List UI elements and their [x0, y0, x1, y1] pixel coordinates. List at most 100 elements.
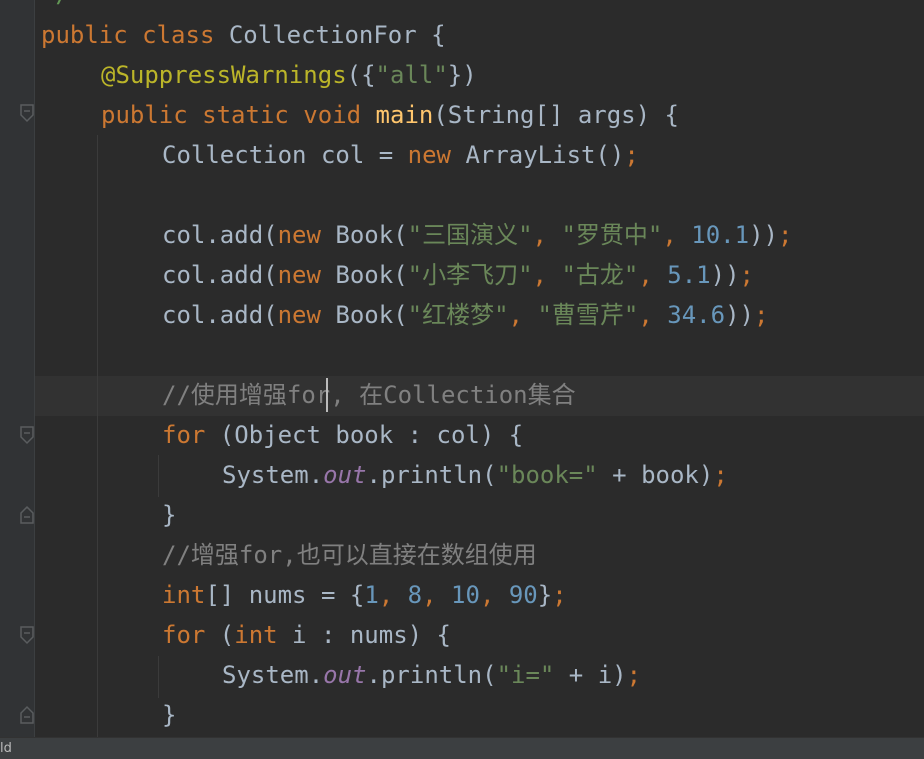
code-line[interactable]: int[] nums = {1, 8, 10, 90}; — [162, 575, 567, 615]
code-token: for — [162, 421, 220, 449]
code-token: , — [638, 301, 668, 329]
code-token: ; — [739, 261, 754, 289]
code-token: int — [234, 621, 293, 649]
code-token: ; — [626, 661, 642, 689]
code-line[interactable]: } — [162, 695, 176, 735]
code-token: public class — [41, 21, 229, 49]
code-token: new — [407, 141, 466, 169]
code-token: } — [162, 701, 177, 729]
code-line[interactable]: Collection col = new ArrayList(); — [162, 135, 639, 175]
code-token: i : nums) { — [292, 621, 451, 649]
code-token: Book( — [335, 301, 408, 329]
code-line[interactable]: col.add(new Book("红楼梦", "曹雪芹", 34.6)); — [162, 295, 768, 335]
code-token: "曹雪芹" — [537, 301, 639, 329]
code-line[interactable]: } — [162, 495, 176, 535]
code-token: new — [277, 221, 336, 249]
code-line[interactable]: col.add(new Book("三国演义", "罗贯中", 10.1)); — [162, 215, 792, 255]
code-token: .println( — [366, 661, 497, 689]
code-token: new — [277, 301, 336, 329]
code-token: @SuppressWarnings — [101, 61, 347, 89]
code-token: ; — [713, 461, 728, 489]
code-token: 1 — [364, 581, 379, 609]
code-token: public static void — [101, 101, 376, 129]
code-line[interactable]: //增强for,也可以直接在数组使用 — [162, 535, 537, 575]
code-token: 10.1 — [691, 221, 750, 249]
fold-open-icon[interactable] — [18, 424, 38, 448]
code-token: Book( — [335, 221, 408, 249]
code-line[interactable]: //使用增强for, 在Collection集合 — [162, 375, 576, 415]
code-line[interactable]: @SuppressWarnings({"all"}) — [101, 55, 477, 95]
indent-guide — [158, 455, 159, 497]
code-token: ; — [624, 141, 639, 169]
code-line[interactable]: col.add(new Book("小李飞刀", "古龙", 5.1)); — [162, 255, 754, 295]
code-token: , — [662, 221, 692, 249]
code-token: "i=" — [496, 661, 555, 689]
code-token: (Object book : col) { — [219, 421, 524, 449]
line-gutter[interactable] — [0, 0, 35, 738]
code-line[interactable]: for (int i : nums) { — [162, 615, 451, 655]
code-token: 10 — [451, 581, 480, 609]
code-token: .println( — [366, 461, 497, 489]
fold-close-icon[interactable] — [18, 504, 38, 528]
indent-guide — [158, 656, 159, 698]
text-caret — [326, 378, 328, 412]
fold-open-icon[interactable] — [18, 102, 38, 126]
code-token: 8 — [407, 581, 423, 609]
code-token: "红楼梦" — [407, 301, 509, 329]
code-token: int — [162, 581, 206, 609]
code-line[interactable]: public class CollectionFor { — [41, 15, 446, 55]
code-token: 34.6 — [667, 301, 726, 329]
code-token: "all" — [375, 61, 448, 89]
code-line[interactable]: System.out.println("i=" + i); — [222, 655, 641, 695]
code-token: "book=" — [496, 461, 598, 489]
code-token: ; — [777, 221, 793, 249]
code-token: , — [532, 221, 562, 249]
code-token: main — [375, 101, 434, 129]
code-token: (String[] args) { — [433, 101, 679, 129]
code-token: out — [323, 661, 367, 689]
code-token: )) — [725, 301, 754, 329]
status-bar: ld — [0, 737, 924, 759]
code-token: 90 — [508, 581, 538, 609]
code-line[interactable]: System.out.println("book=" + book); — [222, 455, 728, 495]
code-token: )) — [749, 221, 778, 249]
code-token: } — [162, 501, 177, 529]
code-token: col.add( — [162, 261, 278, 289]
fold-close-icon[interactable] — [18, 704, 38, 728]
code-token: Book( — [335, 261, 408, 289]
code-token: out — [323, 461, 367, 489]
code-token: //使用增强for, 在Collection集合 — [162, 381, 576, 409]
comment-end: */ — [41, 0, 70, 14]
code-line[interactable]: for (Object book : col) { — [162, 415, 523, 455]
code-editor[interactable]: */ public class CollectionFor {@Suppress… — [0, 0, 924, 759]
code-token: , — [638, 261, 668, 289]
code-token: } — [537, 581, 553, 609]
code-token: "三国演义" — [407, 221, 533, 249]
code-token: col.add( — [162, 301, 278, 329]
code-token: }) — [447, 61, 477, 89]
code-token: //增强for,也可以直接在数组使用 — [162, 541, 537, 569]
code-token: new — [277, 261, 336, 289]
status-text: ld — [0, 741, 12, 756]
code-token: ( — [219, 621, 235, 649]
code-token: , — [508, 301, 538, 329]
code-token: , — [479, 581, 509, 609]
fold-open-icon[interactable] — [18, 624, 38, 648]
code-token: , — [422, 581, 452, 609]
code-token: , — [532, 261, 562, 289]
code-token: for — [162, 621, 220, 649]
code-token: ; — [753, 301, 769, 329]
code-token: + i) — [554, 661, 627, 689]
code-token: System. — [222, 661, 324, 689]
code-token: System. — [222, 461, 324, 489]
code-token: "古龙" — [561, 261, 639, 289]
code-token: CollectionFor { — [228, 21, 446, 49]
code-token: Collection col = — [162, 141, 408, 169]
indent-guide — [97, 135, 98, 738]
code-token: , — [378, 581, 408, 609]
code-token: "小李飞刀" — [407, 261, 533, 289]
code-token: ; — [552, 581, 567, 609]
code-line[interactable]: public static void main(String[] args) { — [101, 95, 679, 135]
code-token: ({ — [346, 61, 376, 89]
code-token: "罗贯中" — [561, 221, 663, 249]
